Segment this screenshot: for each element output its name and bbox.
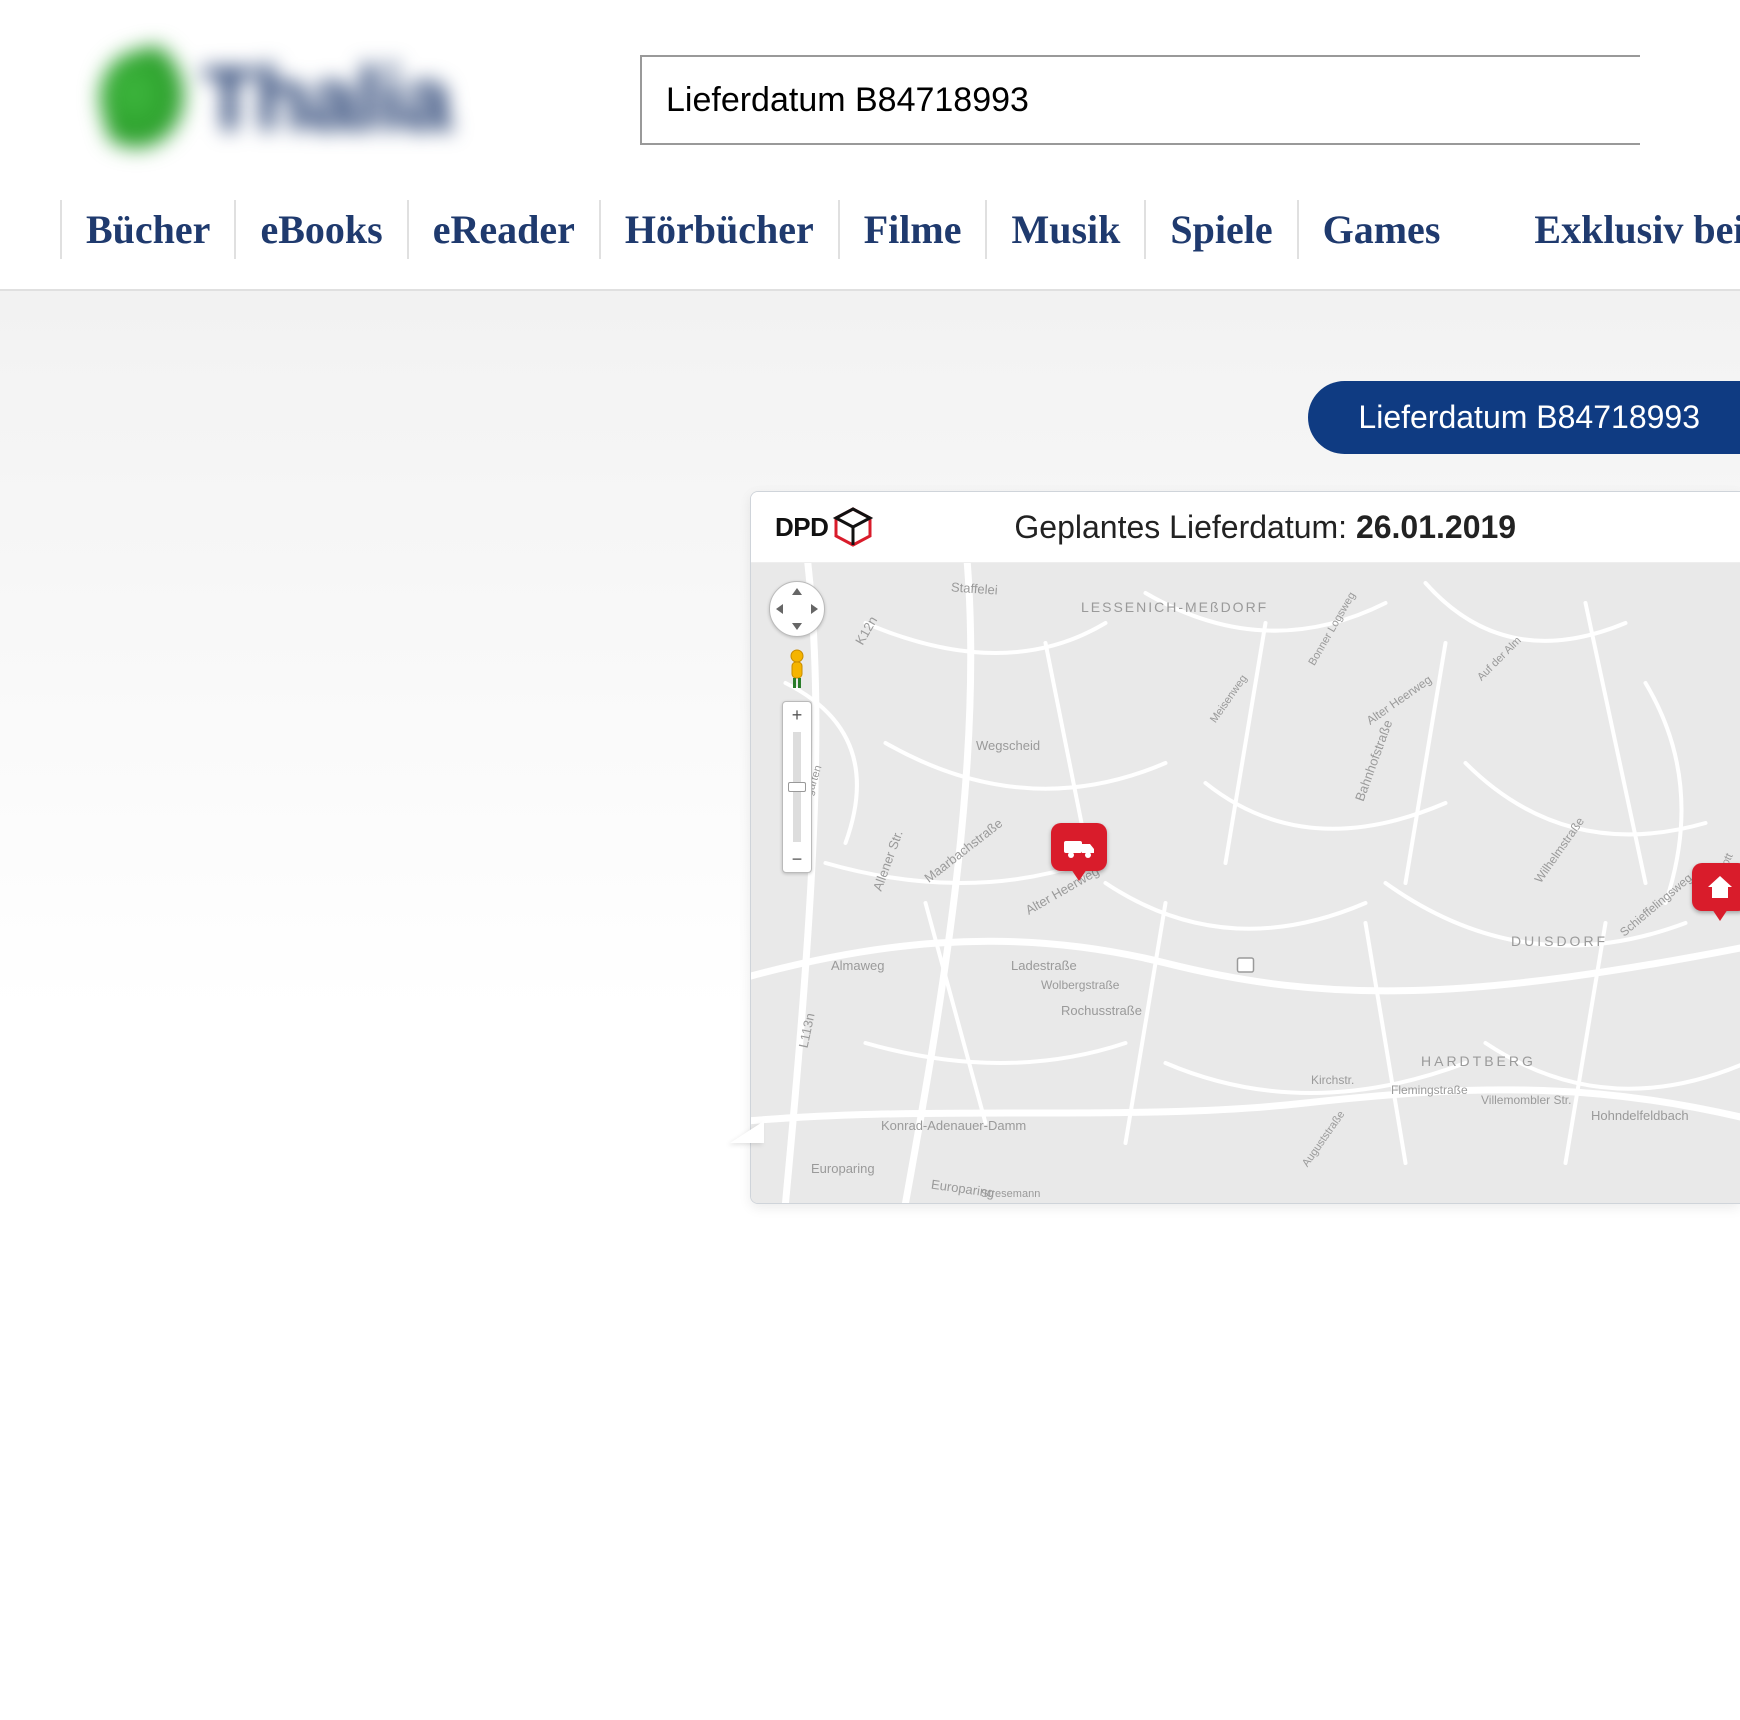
header: Thalia <box>0 0 1740 180</box>
nav-ebooks[interactable]: eBooks <box>234 200 406 259</box>
truck-marker[interactable] <box>1051 823 1107 871</box>
cube-icon <box>832 506 874 548</box>
map-controls: + − <box>769 581 825 873</box>
zoom-slider[interactable] <box>793 732 801 842</box>
district-duisdorf: DUISDORF <box>1511 933 1608 949</box>
nav-hoerbuecher[interactable]: Hörbücher <box>599 200 838 259</box>
zoom-thumb[interactable] <box>788 782 806 792</box>
delivery-date-label: Geplantes Lieferdatum: 26.01.2019 <box>1014 509 1516 546</box>
map-pan-control[interactable] <box>769 581 825 637</box>
street-label: Ladestraße <box>1011 958 1077 973</box>
nav-musik[interactable]: Musik <box>985 200 1144 259</box>
search-input[interactable] <box>640 55 1640 145</box>
map-zoom-control: + − <box>782 701 812 873</box>
street-label: Almaweg <box>831 958 884 973</box>
nav-games[interactable]: Games <box>1297 200 1465 259</box>
chat-user-message: Lieferdatum B84718993 <box>1308 381 1740 454</box>
pan-up-icon <box>792 588 802 595</box>
brand-name: Thalia <box>202 49 450 152</box>
tracking-header: DPD Geplantes Lieferdatum: 26.01.2019 <box>751 492 1740 563</box>
district-lessenich: LESSENICH-MEßDORF <box>1081 599 1268 615</box>
street-label: Hohndelfeldbach <box>1591 1108 1689 1123</box>
tracking-card: DPD Geplantes Lieferdatum: 26.01.2019 <box>750 491 1740 1204</box>
zoom-out-button[interactable]: − <box>783 846 811 872</box>
destination-marker[interactable] <box>1692 863 1740 911</box>
leaf-icon <box>89 40 202 160</box>
nav-filme[interactable]: Filme <box>838 200 986 259</box>
map-canvas <box>751 563 1740 1203</box>
home-icon <box>1705 873 1735 901</box>
dpd-logo: DPD <box>775 506 874 548</box>
chat-bubble-tail <box>730 1121 764 1143</box>
nav-exclusive[interactable]: Exklusiv bei Thalia <box>1534 206 1740 253</box>
street-label: Wegscheid <box>976 738 1040 753</box>
street-label: Kirchstr. <box>1311 1073 1354 1087</box>
street-label: Staffelei <box>951 579 999 597</box>
street-label: Wolbergstraße <box>1041 978 1119 992</box>
street-label: Europaring <box>811 1161 875 1176</box>
street-label: Stresemann <box>981 1188 1040 1200</box>
nav-buecher[interactable]: Bücher <box>60 200 234 259</box>
street-label: Rochusstraße <box>1061 1003 1142 1018</box>
district-hardtberg: HARDTBERG <box>1421 1053 1536 1069</box>
nav-spiele[interactable]: Spiele <box>1144 200 1296 259</box>
nav-ereader[interactable]: eReader <box>407 200 599 259</box>
pan-right-icon <box>811 604 818 614</box>
street-label: Villemombler Str. <box>1481 1093 1571 1107</box>
pan-left-icon <box>776 604 783 614</box>
zoom-in-button[interactable]: + <box>783 702 811 728</box>
content-area: Lieferdatum B84718993 DPD Geplantes Lief… <box>0 291 1740 1491</box>
street-label: Konrad-Adenauer-Damm <box>881 1118 1026 1133</box>
delivery-date-value: 26.01.2019 <box>1356 509 1516 545</box>
delivery-date-prefix: Geplantes Lieferdatum: <box>1014 509 1356 545</box>
carrier-name: DPD <box>775 512 828 543</box>
tracking-map[interactable]: LESSENICH-MEßDORF DUISDORF HARDTBERG Sta… <box>751 563 1740 1203</box>
pan-down-icon <box>792 623 802 630</box>
pegman-icon[interactable] <box>782 647 812 691</box>
main-nav: Bücher eBooks eReader Hörbücher Filme Mu… <box>0 180 1740 291</box>
truck-icon <box>1062 835 1096 859</box>
brand-logo[interactable]: Thalia <box>100 40 580 160</box>
street-label: Flemingstraße <box>1391 1083 1468 1097</box>
